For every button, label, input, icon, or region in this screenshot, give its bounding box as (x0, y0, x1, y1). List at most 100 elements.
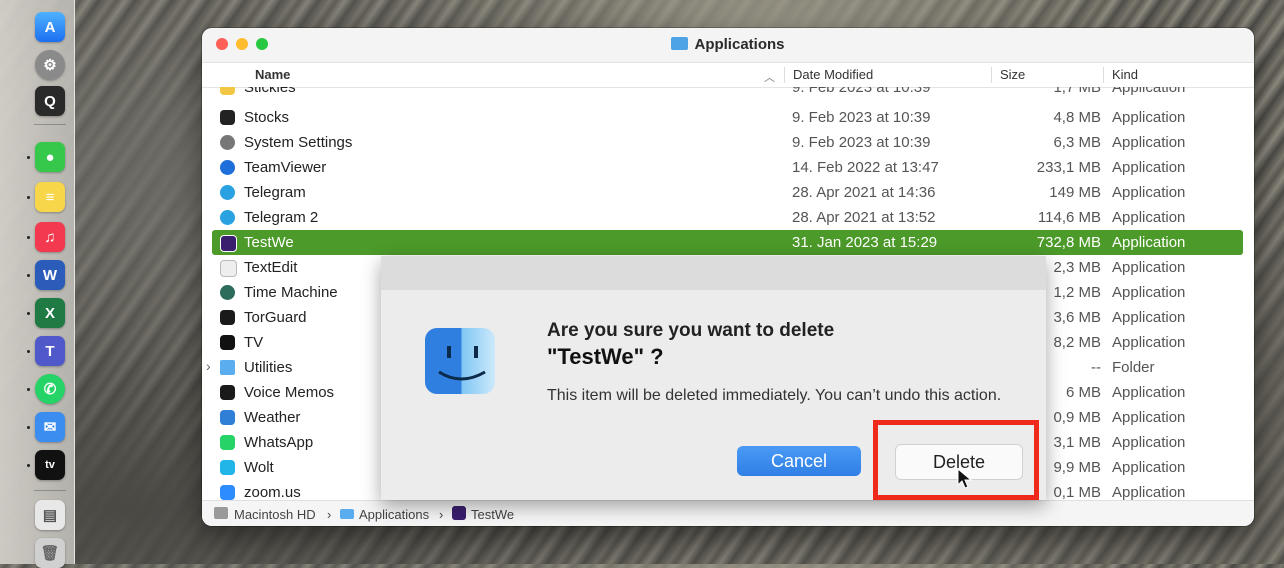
dialog-top-strip (381, 256, 1046, 290)
delete-confirmation-dialog: Are you sure you want to delete "TestWe"… (381, 256, 1046, 500)
file-size: 1,7 MB (1053, 87, 1101, 96)
system-settings-icon[interactable]: ⚙ (35, 50, 65, 80)
file-row[interactable]: Stocks 9. Feb 2023 at 10:39 4,8 MB Appli… (212, 105, 1243, 130)
window-title: Applications (202, 36, 1254, 53)
telegram-icon (220, 185, 235, 200)
file-date: 28. Apr 2021 at 14:36 (792, 184, 936, 201)
disclosure-triangle-icon[interactable]: › (206, 358, 211, 374)
column-size[interactable]: Size (1000, 67, 1025, 82)
appletv-icon[interactable]: tv (35, 450, 65, 480)
file-kind: Application (1112, 87, 1186, 96)
file-name: Time Machine (244, 284, 338, 301)
file-size: 0,1 MB (1053, 484, 1101, 500)
disk-icon (214, 507, 228, 519)
column-name[interactable]: Name (255, 67, 290, 82)
file-date: 28. Apr 2021 at 13:52 (792, 209, 936, 226)
file-name: TextEdit (244, 259, 298, 276)
file-icon[interactable]: ▤ (35, 500, 65, 530)
running-indicator (27, 388, 30, 391)
file-name: TeamViewer (244, 159, 327, 176)
file-size: 6 MB (1065, 384, 1101, 401)
app-store-icon[interactable]: A (35, 12, 65, 42)
excel-icon[interactable]: X (35, 298, 65, 328)
testwe-shield-icon (220, 235, 237, 252)
file-date: 9. Feb 2023 at 10:39 (792, 134, 931, 151)
stocks-icon (220, 110, 235, 125)
dock-separator (34, 124, 66, 125)
cancel-button[interactable]: Cancel (737, 446, 861, 476)
file-kind: Folder (1112, 359, 1155, 376)
file-name: Voice Memos (244, 384, 335, 401)
path-item-testwe[interactable]: TestWe (471, 507, 514, 522)
file-name: Wolt (244, 459, 274, 476)
running-indicator (27, 350, 30, 353)
title-bar: Applications (202, 28, 1254, 63)
file-name: Weather (244, 409, 301, 426)
running-indicator (27, 426, 30, 429)
mail-icon[interactable]: ✉ (35, 412, 65, 442)
running-indicator (27, 156, 30, 159)
running-indicator (27, 274, 30, 277)
file-size: 3,6 MB (1053, 309, 1101, 326)
file-name: Utilities (244, 359, 293, 376)
file-kind: Application (1112, 484, 1186, 500)
path-item-disk[interactable]: Macintosh HD (234, 507, 316, 522)
file-row[interactable]: Telegram 28. Apr 2021 at 14:36 149 MB Ap… (212, 180, 1243, 205)
folder-icon (671, 37, 689, 50)
file-size: 4,8 MB (1053, 109, 1101, 126)
file-row-selected[interactable]: TestWe 31. Jan 2023 at 15:29 732,8 MB Ap… (212, 230, 1243, 255)
file-kind: Application (1112, 134, 1186, 151)
file-size: -- (1091, 359, 1101, 376)
column-divider[interactable] (784, 67, 785, 83)
running-indicator (27, 196, 30, 199)
file-date: 14. Feb 2022 at 13:47 (792, 159, 939, 176)
file-row[interactable]: Stickies 9. Feb 2023 at 10:39 1,7 MB App… (212, 87, 1243, 100)
mouse-pointer-icon (957, 468, 973, 489)
column-kind[interactable]: Kind (1112, 67, 1138, 82)
window-title-text: Applications (694, 36, 785, 53)
teams-icon[interactable]: T (35, 336, 65, 366)
file-kind: Application (1112, 209, 1186, 226)
file-name: Stickies (244, 87, 296, 96)
file-name: TestWe (244, 234, 294, 251)
dock-separator (34, 490, 66, 491)
telegram-icon (220, 210, 235, 225)
gear-icon (220, 135, 235, 150)
file-kind: Application (1112, 334, 1186, 351)
whatsapp-icon[interactable]: ✆ (35, 374, 65, 404)
file-name: TV (244, 334, 264, 351)
folder-icon (340, 509, 354, 519)
column-date[interactable]: Date Modified (793, 67, 873, 82)
voice-memos-icon (220, 385, 235, 400)
time-machine-icon (220, 285, 235, 300)
file-row[interactable]: Telegram 2 28. Apr 2021 at 13:52 114,6 M… (212, 205, 1243, 230)
file-name: Telegram (244, 184, 306, 201)
file-size: 6,3 MB (1053, 134, 1101, 151)
stickies-icon (220, 87, 235, 95)
testwe-shield-icon (452, 506, 466, 520)
weather-icon (220, 410, 235, 425)
path-separator-icon: › (327, 507, 332, 522)
appletv-icon (220, 335, 235, 350)
sort-chevron-icon[interactable]: ︿ (764, 69, 775, 85)
path-item-applications[interactable]: Applications (359, 507, 429, 522)
running-indicator (27, 464, 30, 467)
file-name: System Settings (244, 134, 353, 151)
messages-icon[interactable]: ● (35, 142, 65, 172)
whatsapp-icon (220, 435, 235, 450)
file-kind: Application (1112, 259, 1186, 276)
file-name: Telegram 2 (244, 209, 319, 226)
music-icon[interactable]: ♫ (35, 222, 65, 252)
file-row[interactable]: System Settings 9. Feb 2023 at 10:39 6,3… (212, 130, 1243, 155)
file-name: zoom.us (244, 484, 301, 500)
file-row[interactable]: TeamViewer 14. Feb 2022 at 13:47 233,1 M… (212, 155, 1243, 180)
notes-icon[interactable]: ≡ (35, 182, 65, 212)
file-kind: Application (1112, 384, 1186, 401)
column-divider[interactable] (1103, 67, 1104, 83)
teamviewer-icon (220, 160, 235, 175)
file-kind: Application (1112, 284, 1186, 301)
quicktime-icon[interactable]: Q (35, 86, 65, 116)
word-icon[interactable]: W (35, 260, 65, 290)
column-divider[interactable] (991, 67, 992, 83)
path-separator-icon: › (439, 507, 444, 522)
